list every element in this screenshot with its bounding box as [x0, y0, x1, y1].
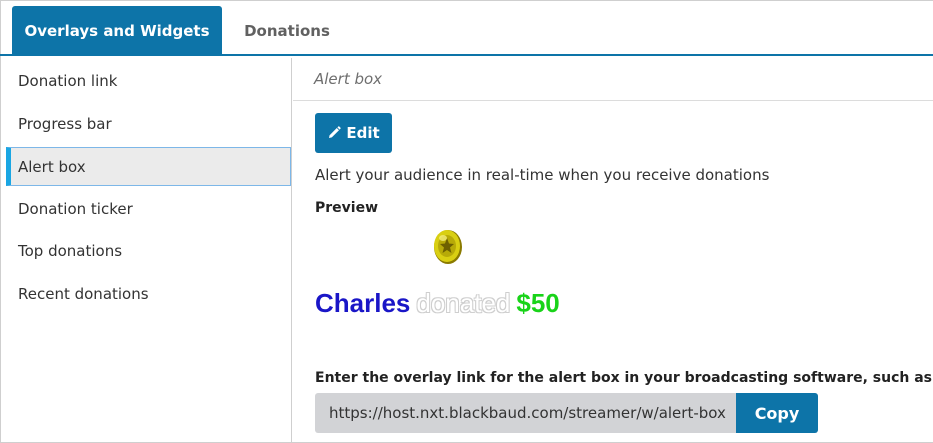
alert-preview: Charles donated $50 — [315, 288, 560, 319]
tab-donations[interactable]: Donations — [228, 6, 346, 55]
sidebar-item-label: Recent donations — [18, 285, 149, 303]
sidebar-item-label: Donation ticker — [18, 200, 133, 218]
overlay-link-label: Enter the overlay link for the alert box… — [315, 370, 933, 386]
sidebar-item-label: Top donations — [18, 242, 123, 260]
sidebar-item-progress-bar[interactable]: Progress bar — [6, 104, 291, 144]
sidebar-item-label: Donation link — [18, 72, 118, 90]
pencil-icon — [327, 126, 342, 140]
sidebar-item-donation-ticker[interactable]: Donation ticker — [6, 189, 291, 229]
donor-name: Charles — [315, 288, 411, 318]
donation-amount: $50 — [516, 288, 560, 318]
edit-button-label: Edit — [346, 124, 380, 142]
sidebar-item-label: Progress bar — [18, 115, 112, 133]
main-panel: Alert box Edit Alert your audience in re… — [293, 58, 933, 443]
tab-overlays-and-widgets[interactable]: Overlays and Widgets — [12, 6, 222, 55]
preview-heading: Preview — [315, 200, 379, 216]
sidebar-item-recent-donations[interactable]: Recent donations — [6, 274, 291, 314]
edit-button[interactable]: Edit — [315, 113, 392, 153]
gold-coin-icon — [432, 228, 464, 266]
copy-button[interactable]: Copy — [736, 393, 818, 433]
sidebar-item-top-donations[interactable]: Top donations — [6, 231, 291, 271]
sidebar-item-alert-box[interactable]: Alert box — [6, 147, 291, 186]
sidebar: Donation link Progress bar Alert box Don… — [0, 58, 292, 443]
overlay-link-input[interactable] — [315, 393, 736, 433]
alert-description: Alert your audience in real-time when yo… — [315, 166, 770, 184]
panel-title: Alert box — [293, 58, 933, 101]
donated-text: donated — [416, 288, 511, 318]
tab-bar: Overlays and Widgets Donations — [0, 0, 933, 56]
sidebar-item-donation-link[interactable]: Donation link — [6, 61, 291, 101]
sidebar-item-label: Alert box — [18, 157, 86, 176]
